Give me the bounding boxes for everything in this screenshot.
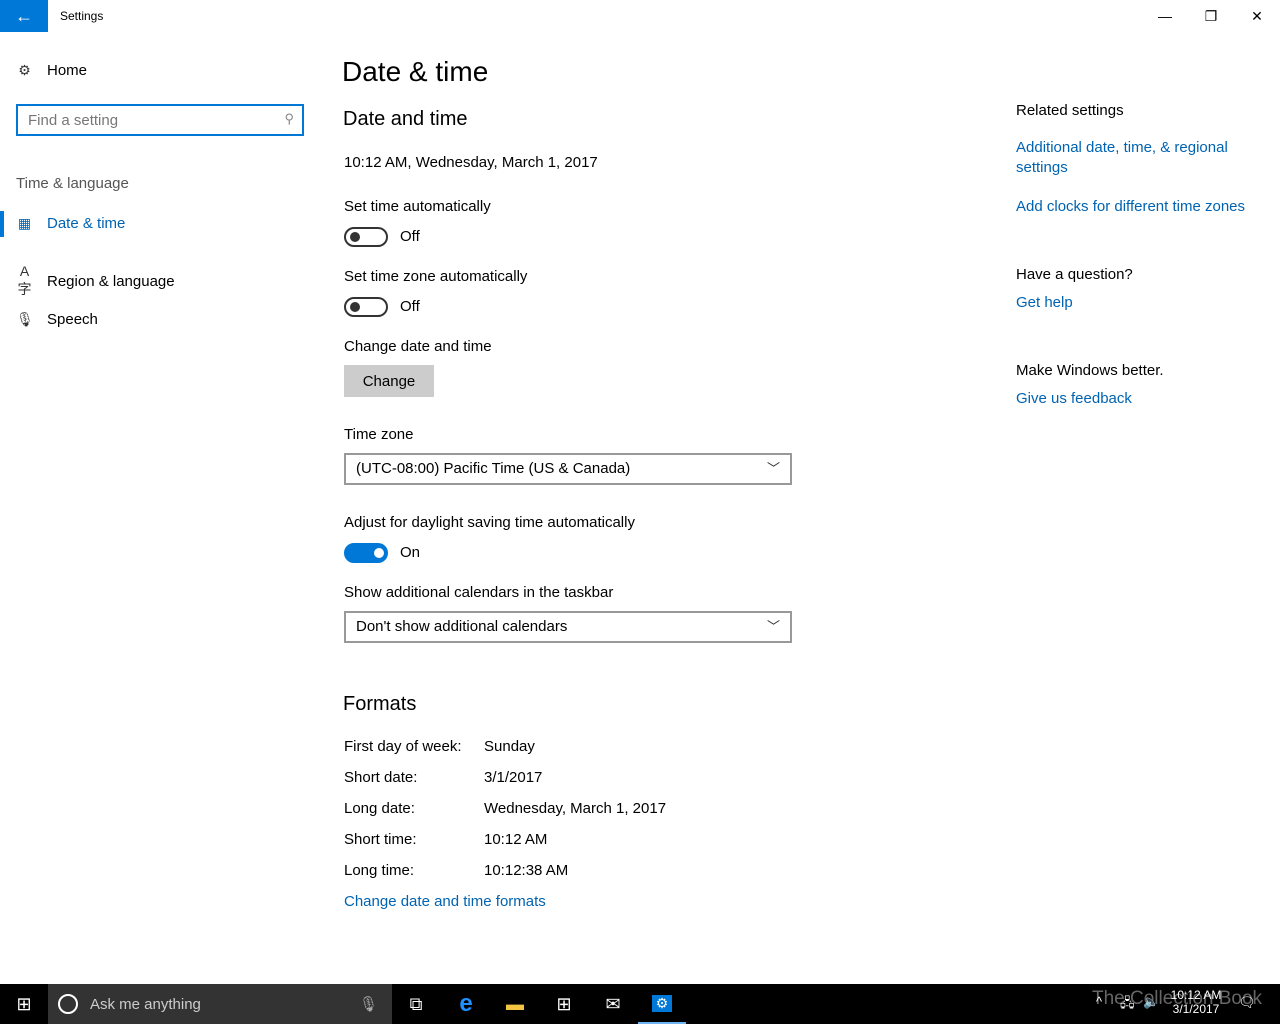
- chevron-down-icon: ﹀: [766, 461, 780, 476]
- feedback-link[interactable]: Give us feedback: [1016, 390, 1132, 407]
- section-title: Date and time: [343, 108, 468, 130]
- set-tz-auto-toggle[interactable]: [344, 297, 388, 317]
- sidebar-item-label: Date & time: [47, 215, 126, 232]
- tray-clock[interactable]: 10:12 AM 3/1/2017: [1168, 988, 1224, 1016]
- sidebar-item-region-language[interactable]: A字 Region & language: [16, 263, 175, 299]
- cortana-search[interactable]: Ask me anything 🎙: [48, 984, 392, 1024]
- toggle-state: Off: [400, 228, 420, 245]
- volume-icon[interactable]: 🔈: [1143, 994, 1159, 1010]
- question-title: Have a question?: [1016, 266, 1133, 283]
- change-formats-link[interactable]: Change date and time formats: [344, 893, 546, 910]
- file-explorer-icon[interactable]: ▬: [491, 984, 539, 1024]
- sidebar-item-speech[interactable]: 🎙 Speech: [16, 311, 98, 328]
- back-button[interactable]: ←: [0, 0, 48, 32]
- mail-icon[interactable]: ✉: [589, 984, 637, 1024]
- minimize-button[interactable]: —: [1142, 0, 1188, 32]
- store-icon[interactable]: ⊞: [540, 984, 588, 1024]
- page-title: Date & time: [342, 56, 489, 87]
- search-placeholder: Find a setting: [28, 112, 119, 129]
- format-value: 10:12:38 AM: [484, 862, 569, 879]
- sidebar-home[interactable]: ⚙ Home: [16, 62, 87, 79]
- task-view-icon[interactable]: ⧉: [392, 984, 440, 1024]
- calendars-label: Show additional calendars in the taskbar: [344, 584, 614, 601]
- formats-title: Formats: [343, 693, 417, 715]
- related-title: Related settings: [1016, 102, 1124, 119]
- sidebar-item-label: Region & language: [47, 272, 175, 290]
- home-label: Home: [47, 62, 88, 79]
- network-icon[interactable]: 🖧: [1120, 994, 1135, 1016]
- set-tz-auto-label: Set time zone automatically: [344, 268, 528, 285]
- restore-button[interactable]: ❐: [1188, 0, 1234, 32]
- time-zone-dropdown[interactable]: (UTC-08:00) Pacific Time (US & Canada) ﹀: [344, 453, 792, 485]
- format-key: Long time:: [344, 862, 415, 879]
- search-icon: ⚲: [284, 111, 294, 126]
- gear-icon: ⚙: [18, 62, 31, 78]
- tray-chevron-icon[interactable]: ^: [1096, 994, 1102, 1009]
- sidebar-section: Time & language: [16, 175, 129, 192]
- action-center-icon[interactable]: 🗨: [1238, 994, 1256, 1011]
- tray-date: 3/1/2017: [1172, 1002, 1220, 1016]
- change-button[interactable]: Change: [344, 365, 434, 397]
- format-key: Long date:: [344, 800, 415, 817]
- calendars-dropdown[interactable]: Don't show additional calendars ﹀: [344, 611, 792, 643]
- sidebar-item-date-time[interactable]: ▦ Date & time: [16, 215, 126, 232]
- edge-icon[interactable]: e: [442, 984, 490, 1024]
- time-zone-label: Time zone: [344, 426, 414, 443]
- cortana-placeholder: Ask me anything: [90, 995, 201, 1013]
- current-datetime: 10:12 AM, Wednesday, March 1, 2017: [344, 154, 598, 171]
- better-title: Make Windows better.: [1016, 362, 1164, 379]
- add-clocks-link[interactable]: Add clocks for different time zones: [1016, 198, 1245, 215]
- set-time-auto-toggle[interactable]: [344, 227, 388, 247]
- format-key: First day of week:: [344, 738, 462, 755]
- format-value: 3/1/2017: [484, 769, 543, 786]
- set-time-auto-label: Set time automatically: [344, 198, 491, 215]
- regional-settings-link[interactable]: Additional date, time, & regional settin…: [1016, 138, 1256, 178]
- format-value: Wednesday, March 1, 2017: [484, 800, 667, 817]
- calendars-value: Don't show additional calendars: [356, 618, 568, 635]
- time-zone-value: (UTC-08:00) Pacific Time (US & Canada): [356, 460, 631, 477]
- change-date-label: Change date and time: [344, 338, 492, 355]
- get-help-link[interactable]: Get help: [1016, 294, 1073, 311]
- tray-time: 10:12 AM: [1170, 988, 1222, 1002]
- microphone-icon[interactable]: 🎙: [359, 995, 378, 1013]
- window-title: Settings: [60, 9, 104, 23]
- cortana-icon: [58, 994, 78, 1014]
- toggle-state: Off: [400, 298, 420, 315]
- calendar-clock-icon: ▦: [17, 215, 32, 231]
- start-button[interactable]: ⊞: [0, 984, 48, 1024]
- chevron-down-icon: ﹀: [766, 619, 780, 634]
- selection-indicator: [0, 211, 4, 237]
- dst-label: Adjust for daylight saving time automati…: [344, 514, 635, 531]
- format-value: Sunday: [484, 738, 535, 755]
- settings-taskbar-icon[interactable]: ⚙: [638, 984, 686, 1024]
- format-value: 10:12 AM: [484, 831, 548, 848]
- format-key: Short date:: [344, 769, 418, 786]
- sidebar-item-label: Speech: [47, 311, 98, 328]
- format-key: Short time:: [344, 831, 417, 848]
- toggle-state: On: [400, 544, 421, 561]
- microphone-icon: 🎙: [16, 311, 34, 327]
- search-input[interactable]: Find a setting ⚲: [16, 104, 304, 136]
- dst-toggle[interactable]: [344, 543, 388, 563]
- close-button[interactable]: ✕: [1234, 0, 1280, 32]
- region-language-icon: A字: [17, 263, 32, 297]
